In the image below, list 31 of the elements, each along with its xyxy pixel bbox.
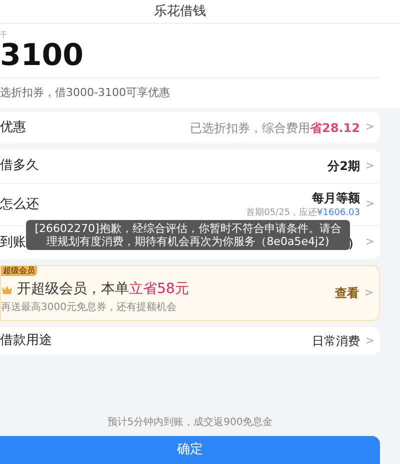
member-offer: 开超级会员，本单立省58元	[17, 280, 189, 299]
discount-summary: 已选折扣券，综合费用省28.12	[190, 120, 360, 136]
row-value: 每月等额	[312, 190, 360, 207]
discount-row[interactable]: 优惠 已选折扣券，综合费用省28.12 >	[0, 112, 380, 143]
row-value: 分2期	[328, 158, 360, 175]
chevron-icon: >	[360, 332, 380, 350]
chevron-icon: >	[359, 284, 379, 302]
row-label: 优惠	[0, 118, 26, 137]
page-title: 乐花借钱	[154, 2, 206, 21]
purpose-row[interactable]: 借款用途 日常消费 >	[0, 327, 380, 355]
crown-icon	[1, 284, 13, 294]
chevron-icon: >	[360, 234, 380, 251]
option-row[interactable]: 借多久 分2期 >	[0, 149, 380, 183]
error-toast: [26602270]抱歉，经综合评估，你暂时不符合申请条件。请合理规划有度消费，期待有机会再次为你服务（8e0a5e4j2)	[26, 220, 350, 250]
row-label: 怎么还	[0, 196, 39, 214]
chevron-icon: >	[360, 196, 380, 213]
row-label: 到账	[0, 234, 26, 252]
row-value: 日常消费	[312, 333, 360, 350]
chevron-icon: >	[360, 158, 380, 174]
chevron-icon: >	[360, 119, 380, 136]
member-subtitle: 再送最高3000元免息券，还有提额机会	[1, 300, 178, 315]
member-badge: 超级会员	[1, 266, 37, 276]
confirm-button[interactable]: 确定	[0, 436, 380, 464]
row-subtext: 首期05/25，应还¥1606.03	[246, 206, 360, 220]
row-label: 借款用途	[0, 332, 52, 350]
membership-card[interactable]: 超级会员 开超级会员，本单立省58元 再送最高3000元免息券，还有提额机会 查看 >	[0, 265, 380, 321]
footer-note: 预计5分钟内到账，成交返900免息金	[107, 416, 274, 430]
view-link[interactable]: 查看	[335, 284, 359, 302]
row-label: 借多久	[0, 157, 39, 176]
amount-hint: 选折扣券，借3000-3100可享优惠	[0, 84, 170, 101]
amount-value: 3100	[0, 39, 84, 73]
